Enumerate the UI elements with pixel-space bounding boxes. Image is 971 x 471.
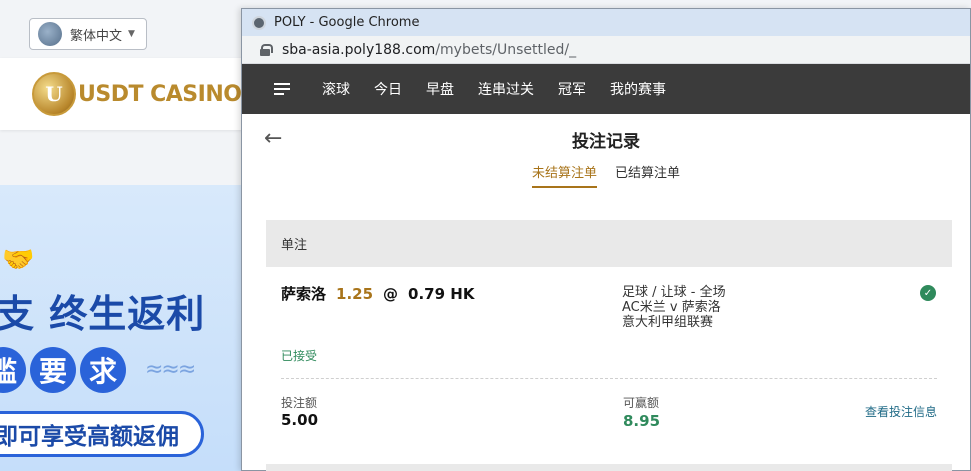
promo-button[interactable]: 即可享受高额返佣: [0, 411, 204, 457]
chevron-down-icon: ▼: [128, 29, 135, 39]
promo-headline: 支 终生返利: [0, 292, 206, 336]
window-title: POLY - Google Chrome: [274, 15, 420, 30]
bet-at-symbol: @: [383, 284, 399, 303]
win-block: 可赢额 8.95: [623, 396, 663, 430]
bet-match: AC米兰 v 萨索洛: [622, 300, 721, 315]
tab-settled[interactable]: 已结算注单: [615, 162, 680, 188]
handshake-icon: 🤝: [2, 245, 35, 275]
check-circle-icon: ✓: [920, 285, 936, 301]
chrome-window: POLY - Google Chrome sba-asia.poly188.co…: [241, 8, 971, 471]
window-titlebar[interactable]: POLY - Google Chrome: [242, 9, 970, 36]
bet-market-info: 足球 / 让球 - 全场 AC米兰 v 萨索洛 意大利甲组联赛: [622, 285, 726, 330]
lock-icon[interactable]: [260, 43, 273, 56]
stake-value: 5.00: [281, 411, 319, 429]
promo-pill: 求: [80, 347, 126, 393]
stake-label: 投注额: [281, 396, 318, 410]
logo-text: USDT CASINO: [78, 81, 242, 107]
bet-card: 萨索洛 1.25 @ 0.79 HK 已接受 足球 / 让球 - 全场 AC米兰…: [281, 283, 937, 363]
bet-handicap: 1.25: [336, 284, 374, 303]
bet-odds: 0.79 HK: [408, 284, 475, 303]
globe-icon: [38, 22, 62, 46]
bet-league: 意大利甲组联赛: [622, 315, 714, 330]
next-section-bar: [266, 464, 952, 471]
page-title: 投注记录: [572, 131, 640, 152]
bet-status: 已接受: [281, 349, 318, 363]
promo-pills: 槛 要 求: [0, 347, 126, 393]
win-label: 可赢额: [623, 396, 660, 410]
bet-selection: 萨索洛: [281, 285, 327, 303]
nav-item-my-events[interactable]: 我的赛事: [610, 79, 666, 99]
nav-item-early[interactable]: 早盘: [426, 79, 454, 99]
win-value: 8.95: [623, 412, 661, 430]
divider: [281, 378, 937, 379]
view-bet-info-link[interactable]: 查看投注信息: [865, 403, 937, 420]
url-path: /mybets/Unsettled/_: [435, 41, 577, 58]
section-single-bets: 单注: [266, 220, 952, 267]
nav-item-parlay[interactable]: 连串过关: [478, 79, 534, 99]
menu-icon[interactable]: [274, 83, 290, 95]
language-select[interactable]: 繁体中文 ▼: [29, 18, 147, 50]
site-logo[interactable]: U USDT CASINO: [0, 58, 245, 130]
bet-market: 足球 / 让球 - 全场: [622, 285, 726, 300]
nav-item-inplay[interactable]: 滚球: [322, 79, 350, 99]
bet-selection-line: 萨索洛 1.25 @ 0.79 HK: [281, 283, 937, 304]
stake-block: 投注额 5.00: [281, 396, 318, 429]
chrome-icon: [252, 15, 266, 30]
back-arrow-icon[interactable]: ←: [264, 126, 282, 151]
language-label: 繁体中文: [70, 28, 123, 44]
tab-unsettled[interactable]: 未结算注单: [531, 162, 597, 188]
waves-decoration: ≈≈≈: [145, 357, 196, 382]
bet-tabs: 未结算注单 已结算注单: [242, 162, 970, 192]
promo-pill: 要: [30, 347, 76, 393]
promo-banner[interactable]: 🤝 支 终生返利 槛 要 求 ≈≈≈ 即可享受高额返佣: [0, 185, 245, 471]
logo-coin-icon: U: [32, 72, 76, 116]
sports-navbar: 滚球 今日 早盘 连串过关 冠军 我的赛事: [242, 64, 970, 114]
page-header: ← 投注记录: [242, 114, 970, 164]
promo-pill: 槛: [0, 347, 26, 393]
nav-item-outright[interactable]: 冠军: [558, 79, 586, 99]
url-host: sba-asia.poly188.com: [282, 41, 436, 58]
nav-item-today[interactable]: 今日: [374, 79, 402, 99]
address-bar[interactable]: sba-asia.poly188.com/mybets/Unsettled/_: [242, 36, 970, 64]
